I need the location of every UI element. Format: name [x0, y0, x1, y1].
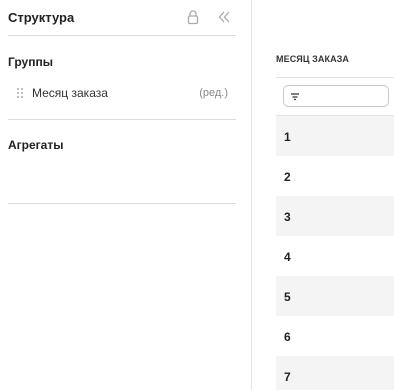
table-row: 1 [276, 116, 394, 156]
filter-icon [291, 93, 299, 100]
drag-handle-icon[interactable] [16, 87, 24, 99]
table-row: 2 [276, 156, 394, 196]
table-cell: 1 [284, 130, 291, 144]
table-cell: 5 [284, 290, 291, 304]
groups-section-label: Группы [8, 55, 53, 69]
table-cell: 4 [284, 250, 291, 264]
collapse-panel-icon[interactable] [217, 10, 231, 24]
table-row: 7 [276, 356, 394, 390]
table-cell: 3 [284, 210, 291, 224]
column-filter-input[interactable] [283, 85, 389, 107]
group-item-label: Месяц заказа [32, 86, 108, 100]
table-row: 3 [276, 196, 394, 236]
data-table: МЕСЯЦ ЗАКАЗА 1 2 3 4 5 6 7 [252, 0, 394, 390]
lock-icon[interactable] [186, 9, 200, 25]
group-item-order-month[interactable]: Месяц заказа (ред.) [8, 82, 236, 104]
table-row: 4 [276, 236, 394, 276]
column-header-order-month[interactable]: МЕСЯЦ ЗАКАЗА [276, 54, 349, 64]
table-row: 5 [276, 276, 394, 316]
panel-title: Структура [8, 10, 75, 25]
panel-header: Структура [8, 0, 236, 36]
aggregates-section-label: Агрегаты [8, 138, 64, 152]
section-divider [8, 203, 236, 204]
section-divider [8, 119, 236, 120]
table-cell: 7 [284, 370, 291, 384]
table-cell: 2 [284, 170, 291, 184]
edit-group-link[interactable]: (ред.) [199, 87, 228, 99]
table-cell: 6 [284, 330, 291, 344]
header-divider [276, 77, 394, 78]
table-row: 6 [276, 316, 394, 356]
structure-panel: Структура Группы Месяц заказа (ред.) Агр… [0, 0, 252, 390]
